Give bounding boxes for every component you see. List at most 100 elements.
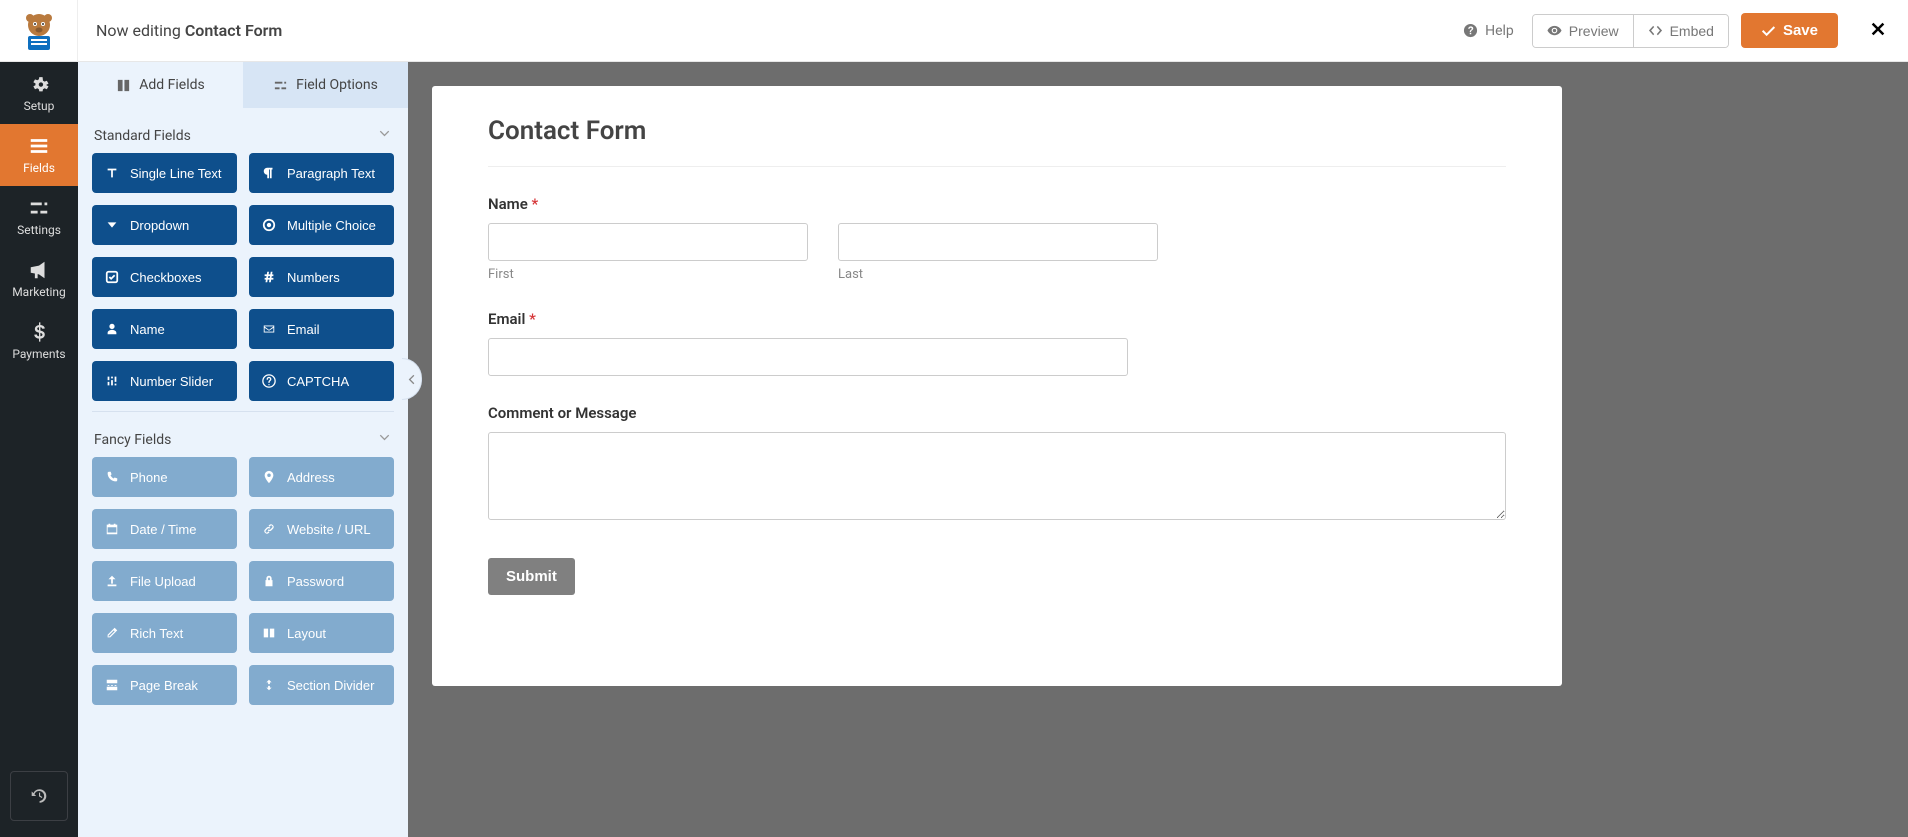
text-icon xyxy=(104,165,120,181)
tab-add-label: Add Fields xyxy=(139,77,205,93)
field-type-label: Checkboxes xyxy=(130,270,202,285)
field-email[interactable]: Email * xyxy=(488,310,1506,376)
field-type-label: File Upload xyxy=(130,574,196,589)
close-button[interactable] xyxy=(1868,19,1888,43)
field-comment[interactable]: Comment or Message xyxy=(488,404,1506,524)
nav-fields[interactable]: Fields xyxy=(0,124,78,186)
field-type-single-line-text[interactable]: Single Line Text xyxy=(92,153,237,193)
help-icon xyxy=(1463,23,1478,38)
field-type-label: Number Slider xyxy=(130,374,213,389)
field-type-checkboxes[interactable]: Checkboxes xyxy=(92,257,237,297)
topbar: Now editing Contact Form Help Preview Em… xyxy=(0,0,1908,62)
email-label-text: Email xyxy=(488,310,525,328)
fields-panel: Add Fields Field Options Standard Fields… xyxy=(78,62,408,837)
tab-add-fields[interactable]: Add Fields xyxy=(78,62,243,108)
nav-payments[interactable]: Payments xyxy=(0,310,78,372)
required-marker: * xyxy=(532,195,539,213)
sliders-icon xyxy=(104,373,120,389)
chevron-down-icon xyxy=(377,126,392,145)
nav-fields-label: Fields xyxy=(23,161,55,175)
email-input[interactable] xyxy=(488,338,1128,376)
first-sublabel: First xyxy=(488,267,808,282)
save-label: Save xyxy=(1783,22,1818,39)
name-label-text: Name xyxy=(488,195,528,213)
field-type-page-break[interactable]: Page Break xyxy=(92,665,237,705)
pagebreak-icon xyxy=(104,677,120,693)
preview-button[interactable]: Preview xyxy=(1533,15,1633,47)
section-standard-toggle[interactable]: Standard Fields xyxy=(92,118,394,153)
caret-icon xyxy=(104,217,120,233)
field-type-label: Numbers xyxy=(287,270,340,285)
field-type-label: Date / Time xyxy=(130,522,196,537)
check-icon xyxy=(1761,23,1776,38)
field-type-label: CAPTCHA xyxy=(287,374,349,389)
lock-icon xyxy=(261,573,277,589)
field-type-numbers[interactable]: Numbers xyxy=(249,257,394,297)
tab-field-options[interactable]: Field Options xyxy=(243,62,408,108)
check-icon xyxy=(104,269,120,285)
section-standard-label: Standard Fields xyxy=(94,128,191,144)
field-type-file-upload[interactable]: File Upload xyxy=(92,561,237,601)
field-type-website-url[interactable]: Website / URL xyxy=(249,509,394,549)
close-icon xyxy=(1868,19,1888,39)
field-type-label: Email xyxy=(287,322,320,337)
field-type-phone[interactable]: Phone xyxy=(92,457,237,497)
field-type-date-time[interactable]: Date / Time xyxy=(92,509,237,549)
field-type-password[interactable]: Password xyxy=(249,561,394,601)
paragraph-icon xyxy=(261,165,277,181)
last-name-input[interactable] xyxy=(838,223,1158,261)
history-button[interactable] xyxy=(10,771,68,821)
embed-button[interactable]: Embed xyxy=(1633,15,1728,47)
field-type-section-divider[interactable]: Section Divider xyxy=(249,665,394,705)
app-logo[interactable] xyxy=(0,0,78,62)
chevron-down-icon xyxy=(377,430,392,449)
field-type-dropdown[interactable]: Dropdown xyxy=(92,205,237,245)
save-button[interactable]: Save xyxy=(1741,13,1838,48)
field-type-label: Section Divider xyxy=(287,678,374,693)
comment-textarea[interactable] xyxy=(488,432,1506,520)
nav-payments-label: Payments xyxy=(12,347,65,361)
fancy-fields-grid: Phone Address Date / Time Website / URL File… xyxy=(92,457,394,715)
hash-icon xyxy=(261,269,277,285)
gear-icon xyxy=(28,73,50,95)
field-type-label: Page Break xyxy=(130,678,198,693)
section-fancy-label: Fancy Fields xyxy=(94,432,171,448)
first-name-input[interactable] xyxy=(488,223,808,261)
email-label: Email * xyxy=(488,310,1506,328)
field-type-name[interactable]: Name xyxy=(92,309,237,349)
nav-marketing[interactable]: Marketing xyxy=(0,248,78,310)
chevron-left-icon xyxy=(404,372,419,387)
required-marker: * xyxy=(529,310,536,328)
upload-icon xyxy=(104,573,120,589)
help-link[interactable]: Help xyxy=(1457,23,1520,39)
nav-settings[interactable]: Settings xyxy=(0,186,78,248)
edit-icon xyxy=(104,625,120,641)
form-canvas[interactable]: Contact Form Name * First Last xyxy=(432,86,1562,686)
field-type-multiple-choice[interactable]: Multiple Choice xyxy=(249,205,394,245)
field-name[interactable]: Name * First Last xyxy=(488,195,1506,282)
nav-setup[interactable]: Setup xyxy=(0,62,78,124)
list-icon xyxy=(28,135,50,157)
tab-options-label: Field Options xyxy=(296,77,378,93)
field-type-rich-text[interactable]: Rich Text xyxy=(92,613,237,653)
field-type-label: Paragraph Text xyxy=(287,166,375,181)
preview-label: Preview xyxy=(1569,23,1619,39)
field-type-address[interactable]: Address xyxy=(249,457,394,497)
calendar-icon xyxy=(104,521,120,537)
last-sublabel: Last xyxy=(838,267,1158,282)
field-type-label: Phone xyxy=(130,470,168,485)
field-type-layout[interactable]: Layout xyxy=(249,613,394,653)
field-type-paragraph-text[interactable]: Paragraph Text xyxy=(249,153,394,193)
field-type-number-slider[interactable]: Number Slider xyxy=(92,361,237,401)
dollar-icon xyxy=(28,321,50,343)
field-type-label: Dropdown xyxy=(130,218,189,233)
columns-icon xyxy=(261,625,277,641)
submit-button[interactable]: Submit xyxy=(488,558,575,595)
eye-icon xyxy=(1547,23,1562,38)
field-type-email[interactable]: Email xyxy=(249,309,394,349)
radio-icon xyxy=(261,217,277,233)
field-type-captcha[interactable]: CAPTCHA xyxy=(249,361,394,401)
form-name: Contact Form xyxy=(185,21,282,40)
comment-label: Comment or Message xyxy=(488,404,1506,422)
section-fancy-toggle[interactable]: Fancy Fields xyxy=(92,422,394,457)
